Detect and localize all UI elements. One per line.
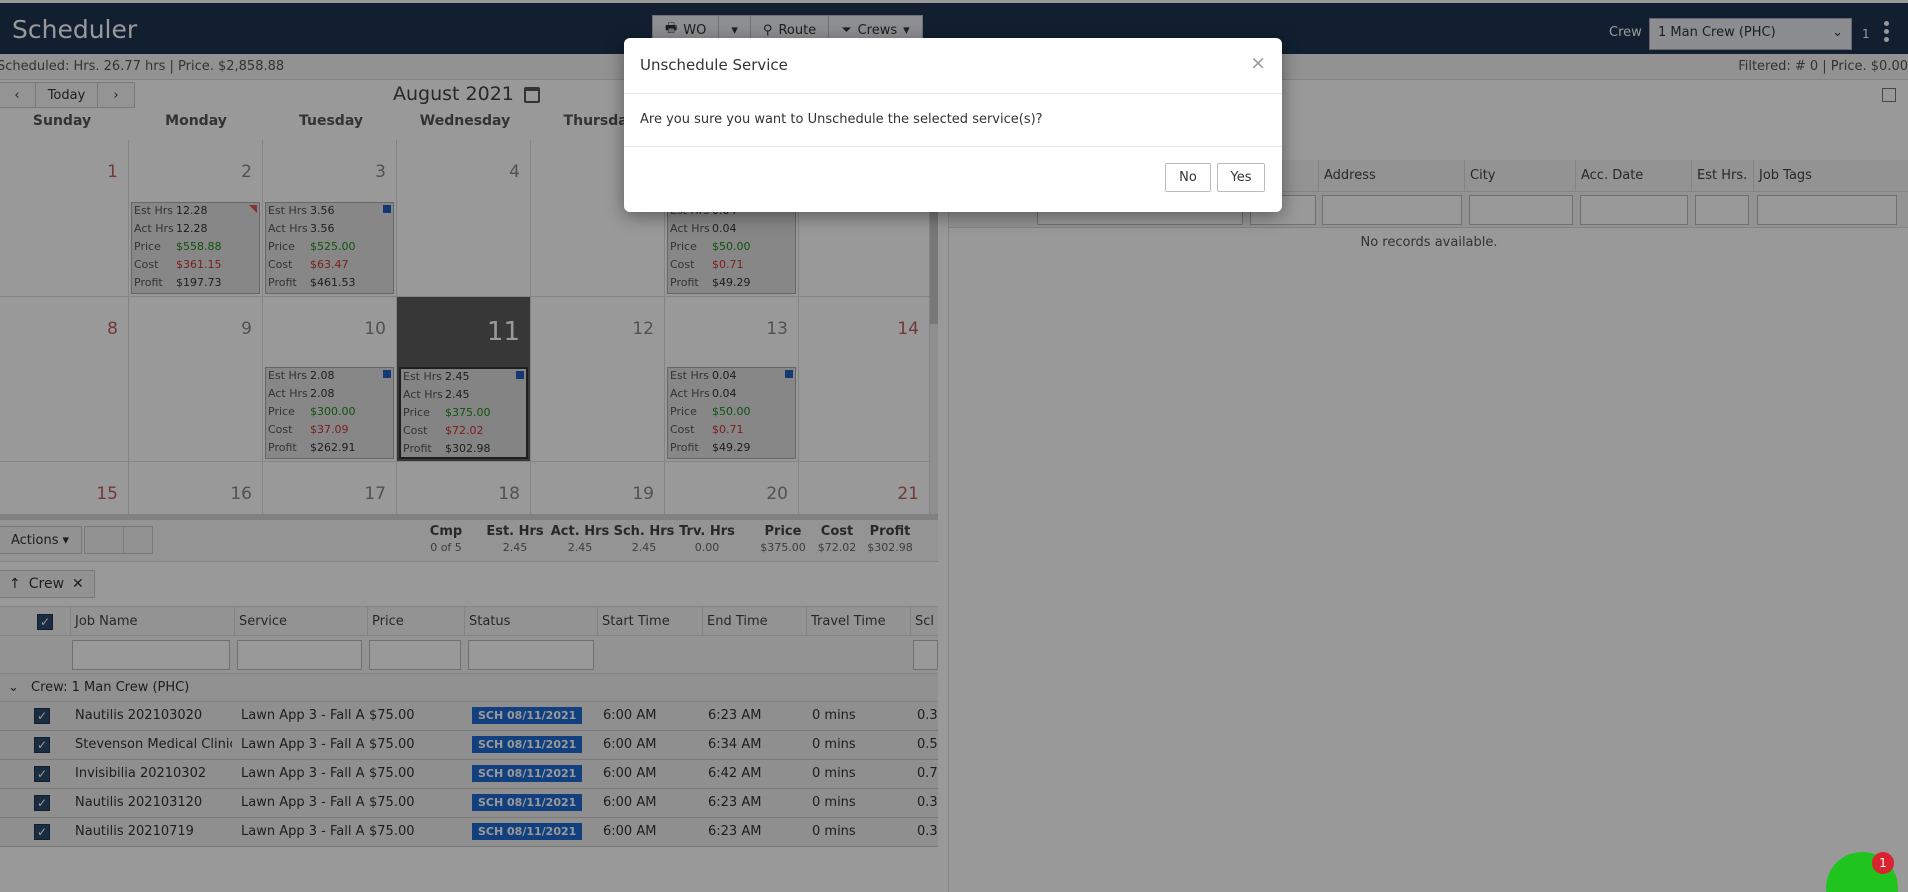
dialog-title: Unschedule Service <box>640 56 788 74</box>
yes-button[interactable]: Yes <box>1217 163 1265 192</box>
chat-notification-badge: 1 <box>1872 852 1894 874</box>
no-button[interactable]: No <box>1165 163 1211 192</box>
dialog-message: Are you sure you want to Unschedule the … <box>640 112 1043 127</box>
unschedule-dialog: Unschedule Service × Are you sure you wa… <box>624 38 1282 212</box>
close-icon[interactable]: × <box>1250 52 1266 74</box>
